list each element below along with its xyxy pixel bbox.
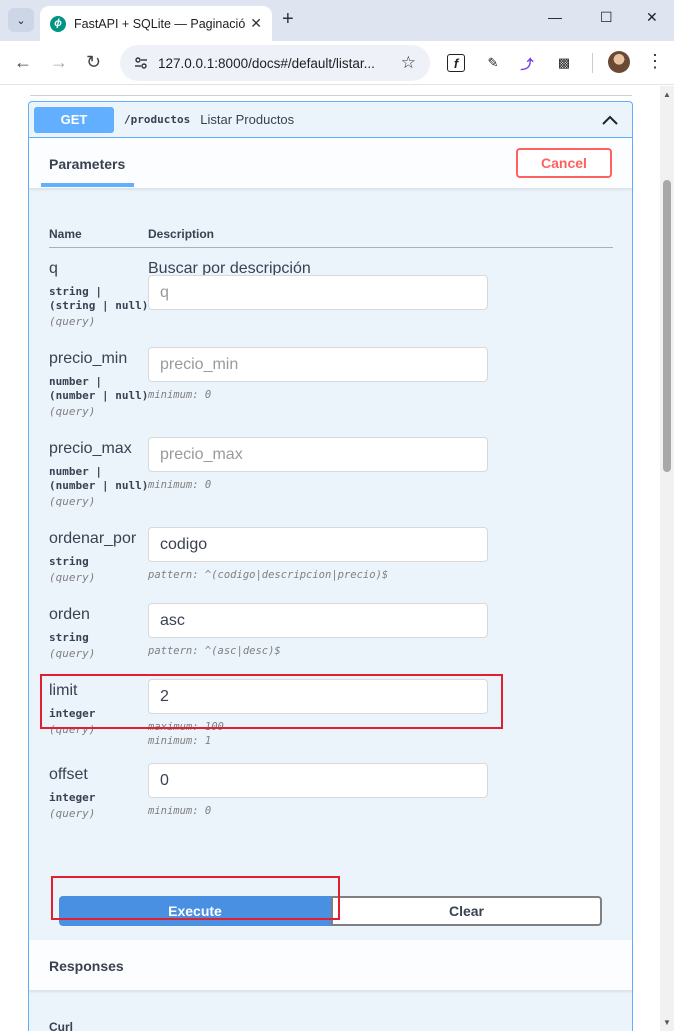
param-constraint: pattern: ^(codigo|descripcion|precio)$	[148, 569, 389, 581]
tab-underline	[41, 183, 134, 187]
toolbar-divider	[592, 53, 593, 73]
tab-search-button[interactable]: ⌄	[8, 8, 34, 32]
tab-parameters[interactable]: Parameters	[49, 156, 125, 172]
param-input-precio-min[interactable]: precio_min	[148, 347, 488, 382]
fastapi-logo-icon: ϕ	[50, 15, 66, 32]
eyedropper-icon[interactable]: ✎	[484, 54, 502, 72]
column-header-name: Name	[49, 227, 82, 241]
menu-kebab-icon[interactable]: ⋮	[646, 51, 664, 72]
execute-button[interactable]: Execute	[59, 896, 331, 926]
new-tab-icon[interactable]: +	[282, 8, 294, 31]
operation-block: GET /productos Listar Productos Paramete…	[28, 101, 633, 1031]
header-divider	[49, 247, 613, 248]
param-location: (query)	[49, 647, 96, 660]
column-header-description: Description	[148, 227, 215, 241]
responses-title: Responses	[49, 958, 124, 974]
browser-tabstrip: ⌄ ϕ FastAPI + SQLite — Paginación ✕ + — …	[0, 0, 674, 41]
extension-f-icon[interactable]: f	[447, 54, 465, 72]
browser-tab[interactable]: ϕ FastAPI + SQLite — Paginación ✕	[40, 6, 272, 41]
param-location: (query)	[49, 807, 96, 820]
param-input-precio-max[interactable]: precio_max	[148, 437, 488, 472]
cancel-button[interactable]: Cancel	[516, 148, 612, 178]
param-input-orden[interactable]: asc	[148, 603, 488, 638]
param-input-q[interactable]: q	[148, 275, 488, 310]
address-bar[interactable]: 127.0.0.1:8000/docs#/default/listar... ☆	[120, 45, 430, 81]
tab-close-icon[interactable]: ✕	[250, 15, 262, 32]
param-type: number | (number | null)	[49, 375, 149, 402]
param-input-limit[interactable]: 2	[148, 679, 488, 714]
param-constraint: minimum: 0	[148, 479, 212, 491]
operation-summary-text: Listar Productos	[200, 112, 295, 127]
clear-button[interactable]: Clear	[331, 896, 602, 926]
param-location: (query)	[49, 571, 96, 584]
param-name: limit	[49, 682, 78, 699]
param-type: integer	[49, 707, 96, 720]
param-location: (query)	[49, 495, 96, 508]
param-location: (query)	[49, 723, 96, 736]
chevron-down-icon: ⌄	[16, 14, 26, 27]
param-type: string | (string | null)	[49, 285, 149, 312]
extensions-puzzle-icon[interactable]: ▩	[555, 54, 573, 72]
responses-header: Responses	[29, 940, 632, 991]
param-constraint: maximum: 100 minimum: 1	[148, 721, 224, 747]
param-location: (query)	[49, 315, 96, 328]
url-text: 127.0.0.1:8000/docs#/default/listar...	[158, 55, 375, 71]
parameters-header: Parameters Cancel	[29, 138, 632, 189]
scroll-thumb[interactable]	[663, 180, 671, 472]
param-name: precio_min	[49, 350, 128, 367]
page-viewport: GET /productos Listar Productos Paramete…	[0, 86, 660, 1031]
extension-purple-icon[interactable]: ⤴	[518, 54, 536, 72]
operation-path: /productos	[124, 113, 191, 126]
param-location: (query)	[49, 405, 96, 418]
page-scrollbar[interactable]: ▲ ▼	[660, 86, 674, 1031]
forward-icon[interactable]: →	[50, 52, 68, 73]
divider	[30, 95, 632, 96]
close-icon[interactable]: ✕	[646, 9, 658, 26]
param-name: q	[49, 260, 58, 277]
site-info-icon[interactable]	[132, 54, 150, 72]
minimize-icon[interactable]: —	[548, 9, 562, 25]
param-name: precio_max	[49, 440, 132, 457]
param-constraint: minimum: 0	[148, 805, 212, 817]
maximize-icon[interactable]: ☐	[600, 9, 613, 26]
tab-title: FastAPI + SQLite — Paginación	[74, 16, 246, 31]
scroll-down-icon[interactable]: ▼	[663, 1018, 671, 1027]
back-icon[interactable]: ←	[14, 52, 32, 73]
param-type: string	[49, 555, 89, 568]
execute-wrapper: Execute Clear	[59, 896, 602, 926]
chevron-up-icon[interactable]	[600, 110, 620, 130]
param-input-offset[interactable]: 0	[148, 763, 488, 798]
browser-toolbar: ← → ↻ 127.0.0.1:8000/docs#/default/lista…	[0, 41, 674, 85]
reload-icon[interactable]: ↻	[86, 52, 101, 73]
param-constraint: minimum: 0	[148, 389, 212, 401]
param-name: offset	[49, 766, 88, 783]
operation-summary[interactable]: GET /productos Listar Productos	[29, 102, 632, 138]
param-name: ordenar_por	[49, 530, 137, 547]
profile-avatar[interactable]	[608, 51, 630, 73]
param-type: integer	[49, 791, 96, 804]
param-constraint: pattern: ^(asc|desc)$	[148, 645, 281, 657]
param-type: string	[49, 631, 89, 644]
bookmark-star-icon[interactable]: ☆	[401, 53, 416, 73]
scroll-up-icon[interactable]: ▲	[663, 90, 671, 99]
param-input-ordenar-por[interactable]: codigo	[148, 527, 488, 562]
param-type: number | (number | null)	[49, 465, 149, 492]
param-name: orden	[49, 606, 90, 623]
curl-label: Curl	[49, 1020, 73, 1031]
http-method-badge: GET	[34, 106, 114, 133]
